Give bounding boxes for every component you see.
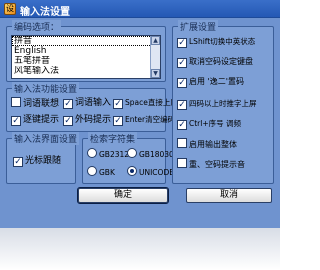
extension-checkbox-3[interactable]: ✓ 四码以上时推字上屏 xyxy=(177,98,257,110)
charset-label: 检索字符集 xyxy=(88,132,138,145)
feature-label-1: 词语输入 xyxy=(75,98,112,108)
window-title: 输入法设置 xyxy=(20,7,70,18)
feature-label-5: Enter清空编码 xyxy=(125,115,176,124)
extension-label-0: LShift切换中英状态 xyxy=(189,37,256,46)
input-features-group: 输入法功能设置 词语联想 ✓ 词语输入 ✓ Space直接上屏 ✓ 逐键提示 ✓ 外码提… xyxy=(6,82,178,132)
charset-radio-3[interactable]: UNICODE xyxy=(127,166,174,178)
checkmark-icon[interactable]: ✓ xyxy=(63,99,73,109)
extension-group: 扩展设置 ✓ LShift切换中英状态 ✓ 取消空码设定键盘 ✓ 启用 '逸二'置码 … xyxy=(172,20,274,184)
code-select-label: 编码选项： xyxy=(12,20,62,33)
feature-checkbox-3[interactable]: ✓ 逐键提示 xyxy=(11,114,59,126)
charset-option-label-1: GB18030 xyxy=(139,150,174,159)
charset-radio-0[interactable]: GB2312 xyxy=(87,148,129,160)
extension-checkbox-0[interactable]: ✓ LShift切换中英状态 xyxy=(177,36,255,48)
radio-off-icon[interactable] xyxy=(87,166,97,176)
extension-label-1: 取消空码设定键盘 xyxy=(189,57,253,66)
code-select-group: 编码选项： 拼音 English 五笔拼音 风笔输入法 ▲ ▼ xyxy=(6,20,166,82)
charset-radio-2[interactable]: GBK xyxy=(87,166,115,178)
charset-radio-1[interactable]: GB18030 xyxy=(127,148,174,160)
extension-label-3: 四码以上时推字上屏 xyxy=(189,99,257,108)
extension-checkbox-4[interactable]: ✓ Ctrl+序号 调频 xyxy=(177,118,241,130)
code-item-2[interactable]: 五笔拼音 xyxy=(12,56,160,66)
interface-checkbox-0[interactable]: ✓ 光标跟随 xyxy=(13,155,61,167)
extension-label-6: 重、空码提示音 xyxy=(189,160,245,169)
interface-option-label: 光标跟随 xyxy=(25,156,62,166)
feature-label-0: 词语联想 xyxy=(23,99,60,109)
ok-button[interactable]: 确定 xyxy=(77,187,169,204)
app-icon: 设 xyxy=(4,3,16,15)
code-item-3[interactable]: 风笔输入法 xyxy=(12,66,160,76)
charset-group: 检索字符集 GB2312 GB18030 GBK UNICODE xyxy=(82,132,174,184)
cancel-button[interactable]: 取消 xyxy=(186,188,272,203)
feature-checkbox-1[interactable]: ✓ 词语输入 xyxy=(63,97,111,109)
extension-label-2: 启用 '逸二'置码 xyxy=(189,77,244,86)
checkmark-icon[interactable]: ✓ xyxy=(177,58,187,68)
feature-checkbox-4[interactable]: ✓ 外码提示 xyxy=(63,114,111,126)
listbox-scrollbar[interactable]: ▲ ▼ xyxy=(150,36,160,78)
checkmark-icon[interactable]: ✓ xyxy=(177,38,187,48)
checkmark-icon[interactable]: ✓ xyxy=(13,157,23,167)
charset-option-label-0: GB2312 xyxy=(99,150,130,159)
feature-checkbox-0[interactable]: 词语联想 xyxy=(11,97,59,109)
checkmark-icon[interactable]: ✓ xyxy=(11,116,21,126)
checkmark-icon[interactable]: ✓ xyxy=(113,116,123,126)
title-bar[interactable]: 设 输入法设置 xyxy=(0,0,280,18)
checkmark-icon[interactable]: ✓ xyxy=(113,99,123,109)
code-item-0[interactable]: 拼音 xyxy=(12,36,160,46)
scroll-down-icon[interactable]: ▼ xyxy=(151,69,160,78)
feature-label-4: 外码提示 xyxy=(75,115,112,125)
extension-checkbox-6[interactable]: 重、空码提示音 xyxy=(177,158,245,170)
scroll-up-icon[interactable]: ▲ xyxy=(151,36,160,45)
feature-label-3: 逐键提示 xyxy=(23,115,60,125)
input-features-label: 输入法功能设置 xyxy=(12,82,80,95)
extension-checkbox-5[interactable]: 启用输出整体 xyxy=(177,138,237,150)
checkbox-unchecked-icon[interactable] xyxy=(177,138,187,148)
extension-checkbox-1[interactable]: ✓ 取消空码设定键盘 xyxy=(177,56,253,68)
radio-on-icon[interactable] xyxy=(127,166,137,176)
radio-off-icon[interactable] xyxy=(127,148,137,158)
charset-option-label-3: UNICODE xyxy=(139,168,174,177)
checkbox-unchecked-icon[interactable] xyxy=(177,158,187,168)
feature-checkbox-5[interactable]: ✓ Enter清空编码 xyxy=(113,114,175,126)
extension-checkbox-2[interactable]: ✓ 启用 '逸二'置码 xyxy=(177,76,244,88)
interface-group: 输入法界面设置 ✓ 光标跟随 xyxy=(6,132,80,184)
settings-window: 设 输入法设置 编码选项： 拼音 English 五笔拼音 风笔输入法 ▲ ▼ … xyxy=(0,0,280,270)
checkmark-icon[interactable]: ✓ xyxy=(177,78,187,88)
checkmark-icon[interactable]: ✓ xyxy=(177,120,187,130)
checkbox-unchecked-icon[interactable] xyxy=(11,97,21,107)
interface-label: 输入法界面设置 xyxy=(12,132,80,145)
feature-label-2: Space直接上屏 xyxy=(125,98,178,107)
radio-off-icon[interactable] xyxy=(87,148,97,158)
code-select-listbox[interactable]: 拼音 English 五笔拼音 风笔输入法 ▲ ▼ xyxy=(11,35,161,79)
extension-label: 扩展设置 xyxy=(178,20,219,33)
extension-label-4: Ctrl+序号 调频 xyxy=(189,119,242,128)
checkmark-icon[interactable]: ✓ xyxy=(177,100,187,110)
feature-checkbox-2[interactable]: ✓ Space直接上屏 xyxy=(113,97,178,109)
checkmark-icon[interactable]: ✓ xyxy=(63,116,73,126)
background-fade xyxy=(0,228,280,270)
charset-option-label-2: GBK xyxy=(99,168,115,177)
code-item-1[interactable]: English xyxy=(12,46,160,56)
extension-label-5: 启用输出整体 xyxy=(189,140,237,149)
